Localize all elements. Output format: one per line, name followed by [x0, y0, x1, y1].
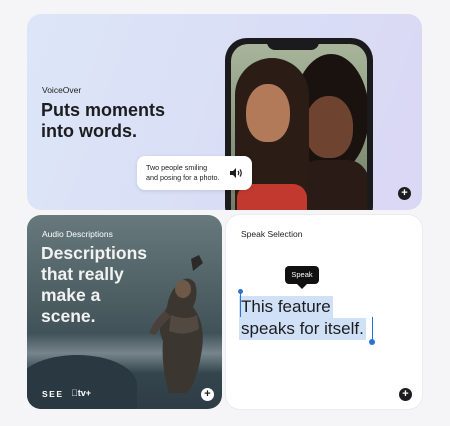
- selection-start-bar: [240, 293, 241, 317]
- phone-notch: [267, 38, 319, 50]
- selection-end-handle[interactable]: [369, 339, 375, 345]
- voiceover-headline: Puts moments into words.: [41, 100, 166, 141]
- audio-descriptions-headline: Descriptions that really make a scene.: [41, 243, 147, 326]
- audio-descriptions-expand-plus-icon[interactable]: +: [201, 388, 214, 401]
- speak-tooltip-button[interactable]: Speak: [285, 266, 319, 284]
- speaker-icon: [230, 168, 242, 178]
- voiceover-expand-plus-icon[interactable]: +: [398, 187, 411, 200]
- voiceover-eyebrow: VoiceOver: [42, 85, 82, 95]
- photo-two-people: [231, 44, 367, 210]
- selection-start-handle[interactable]: [238, 289, 243, 294]
- audio-descriptions-card[interactable]: Audio Descriptions Descriptions that rea…: [27, 215, 222, 409]
- caption-line-2: and posing for a photo.: [146, 173, 220, 182]
- selection-end-bar: [372, 317, 373, 341]
- voiceover-caption-bubble: Two people smiling and posing for a phot…: [137, 156, 252, 190]
- selected-text[interactable]: This feature speaks for itself.: [239, 296, 374, 340]
- apple-tv-plus-logo: tv+: [71, 388, 91, 398]
- voiceover-card[interactable]: VoiceOver Puts moments into words. Two p…: [27, 14, 422, 210]
- speak-selection-expand-plus-icon[interactable]: +: [399, 388, 412, 401]
- tooltip-arrow: [297, 284, 307, 289]
- caption-line-1: Two people smiling: [146, 163, 208, 172]
- speak-selection-eyebrow: Speak Selection: [241, 229, 303, 239]
- speak-selection-card[interactable]: Speak Selection Speak This feature speak…: [226, 215, 422, 409]
- selected-text-line-2: speaks for itself.: [239, 318, 366, 340]
- selected-text-line-1: This feature: [239, 296, 333, 318]
- show-title-logo: SEE: [42, 389, 64, 399]
- audio-descriptions-eyebrow: Audio Descriptions: [42, 229, 113, 239]
- warrior-figure-image: [149, 255, 203, 393]
